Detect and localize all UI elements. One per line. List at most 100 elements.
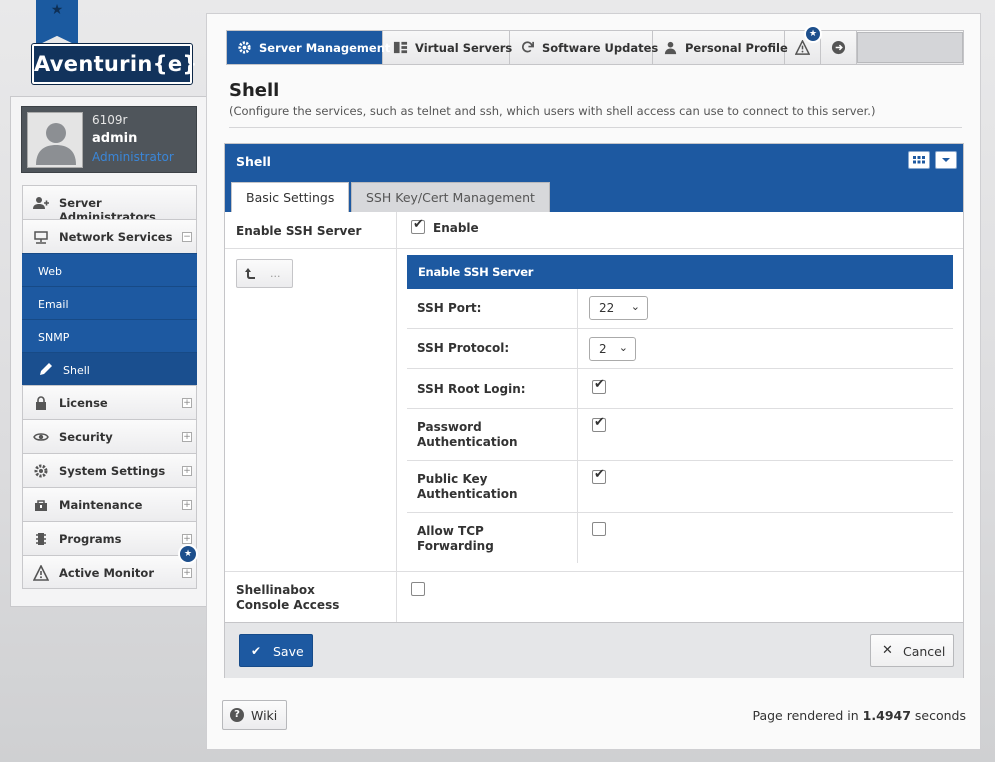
tcp-forwarding-row: Allow TCP Forwarding — [407, 513, 953, 563]
tab-server-management[interactable]: Server Management — [227, 31, 390, 64]
grid-icon — [393, 41, 408, 54]
sidebar-item-label: Security — [59, 430, 113, 444]
render-time-prefix: Page rendered in — [752, 708, 859, 723]
active-monitor-badge-icon[interactable]: ★ — [178, 544, 198, 564]
close-icon: ✕ — [882, 643, 893, 658]
info-icon: ? — [230, 708, 244, 722]
ssh-protocol-select[interactable]: 2 ⌄ — [589, 337, 636, 361]
pencil-icon — [40, 363, 52, 375]
pubkey-auth-checkbox[interactable] — [592, 467, 606, 484]
tab-basic-settings[interactable]: Basic Settings — [231, 182, 350, 212]
ssh-port-value: 22 — [599, 301, 615, 315]
sidebar-item-license[interactable]: License + — [22, 385, 197, 419]
sidebar-nav: Server Administrators Network Services −… — [22, 185, 197, 589]
expand-icon[interactable]: + — [182, 568, 192, 578]
sidebar-item-system-settings[interactable]: System Settings + — [22, 453, 197, 487]
row-divider — [577, 329, 578, 368]
ssh-root-login-row: SSH Root Login: — [407, 369, 953, 409]
enable-ssh-row: Enable SSH Server Enable — [225, 212, 963, 249]
password-auth-row: Password Authentication — [407, 409, 953, 461]
tab-ssh-key-cert-management[interactable]: SSH Key/Cert Management — [351, 182, 550, 212]
sidebar-item-label: Network Services — [59, 230, 173, 244]
expand-icon[interactable]: + — [182, 398, 192, 408]
expand-icon[interactable]: + — [182, 534, 192, 544]
sidebar-item-server-administrators[interactable]: Server Administrators — [22, 185, 197, 224]
enable-ssh-label: Enable SSH Server — [236, 224, 362, 238]
eye-icon — [33, 433, 49, 441]
ssh-port-label: SSH Port: — [417, 301, 482, 315]
user-host: 6109r — [92, 113, 128, 127]
cancel-button-label: Cancel — [903, 644, 946, 659]
sidebar-item-maintenance[interactable]: Maintenance + — [22, 487, 197, 521]
user-name: admin — [92, 131, 138, 146]
lock-icon — [36, 396, 46, 410]
user-card: 6109r admin Administrator — [21, 106, 197, 173]
ssh-section-title: Enable SSH Server — [418, 265, 534, 279]
enable-checkbox-label: Enable — [433, 221, 479, 235]
sidebar-subitem-email[interactable]: Email — [22, 286, 197, 319]
sidebar-item-label: License — [59, 396, 108, 410]
panel-layout-button[interactable] — [908, 151, 930, 169]
tab-virtual-servers[interactable]: Virtual Servers — [383, 31, 512, 64]
tab-label: Software Updates — [542, 41, 659, 55]
sidebar-subitem-label: Web — [38, 265, 62, 278]
password-auth-checkbox[interactable] — [592, 415, 606, 432]
chevron-down-icon: ⌄ — [630, 300, 640, 313]
logout-button[interactable] — [821, 31, 857, 64]
ssh-port-select[interactable]: 22 ⌄ — [589, 296, 648, 320]
star-icon: ★ — [50, 2, 64, 18]
shellinabox-checkbox[interactable] — [411, 582, 425, 596]
arrow-up-left-icon — [245, 268, 255, 279]
render-time: Page rendered in 1.4947 seconds — [752, 708, 966, 723]
wiki-button-label: Wiki — [251, 708, 278, 723]
ssh-protocol-row: SSH Protocol: 2 ⌄ — [407, 329, 953, 369]
column-divider — [396, 212, 397, 622]
ssh-protocol-label: SSH Protocol: — [417, 341, 510, 355]
sidebar-item-active-monitor[interactable]: Active Monitor + — [22, 555, 197, 589]
pubkey-auth-row: Public Key Authentication — [407, 461, 953, 513]
alerts-badge-icon[interactable]: ★ — [804, 25, 822, 43]
user-role-link[interactable]: Administrator — [92, 150, 174, 164]
tab-personal-profile[interactable]: Personal Profile — [653, 31, 788, 64]
panel-header: Shell — [225, 144, 963, 178]
back-button-dots: ... — [270, 267, 281, 280]
expand-icon[interactable]: + — [182, 500, 192, 510]
warning-icon — [795, 40, 810, 55]
expand-icon[interactable]: + — [182, 432, 192, 442]
save-button-label: Save — [273, 644, 304, 659]
sidebar-subitem-web[interactable]: Web — [22, 253, 197, 286]
check-icon: ✔ — [251, 644, 262, 658]
collapse-icon[interactable]: − — [182, 232, 192, 242]
back-button[interactable]: ... — [236, 259, 293, 288]
sidebar-item-network-services[interactable]: Network Services − — [22, 219, 197, 253]
sidebar-item-label: System Settings — [59, 464, 166, 478]
ssh-protocol-value: 2 — [599, 342, 607, 356]
expand-icon[interactable]: + — [182, 466, 192, 476]
user-silhouette-icon — [36, 123, 76, 165]
wiki-button[interactable]: ? Wiki — [222, 700, 287, 730]
tab-software-updates[interactable]: Software Updates — [510, 31, 658, 64]
page-title: Shell — [229, 80, 280, 101]
panel-menu-button[interactable] — [935, 151, 957, 169]
enable-ssh-checkbox[interactable] — [411, 217, 425, 234]
render-time-suffix: seconds — [914, 708, 966, 723]
save-button[interactable]: ✔ Save — [239, 634, 313, 667]
row-divider — [577, 513, 578, 563]
users-icon — [33, 197, 49, 209]
panel-tabs: Basic Settings SSH Key/Cert Management — [225, 178, 963, 212]
tcp-forwarding-checkbox[interactable] — [592, 522, 606, 536]
logo: ★ Aventurin{e} — [30, 0, 197, 88]
sidebar-subitem-snmp[interactable]: SNMP — [22, 319, 197, 352]
sidebar-item-programs[interactable]: Programs + — [22, 521, 197, 555]
shell-panel: Shell Basic Settings SSH Key/Cert Manage… — [224, 143, 964, 678]
ssh-root-login-label: SSH Root Login: — [417, 382, 526, 396]
avatar — [27, 112, 83, 168]
cancel-button[interactable]: ✕ Cancel — [870, 634, 954, 667]
ssh-root-login-checkbox[interactable] — [592, 377, 606, 394]
ssh-port-row: SSH Port: 22 ⌄ — [407, 289, 953, 329]
sidebar-item-security[interactable]: Security + — [22, 419, 197, 453]
sidebar-item-label: Maintenance — [59, 498, 143, 512]
row-divider — [577, 369, 578, 408]
refresh-icon — [522, 41, 534, 53]
sidebar-subitem-shell[interactable]: Shell — [22, 352, 197, 385]
